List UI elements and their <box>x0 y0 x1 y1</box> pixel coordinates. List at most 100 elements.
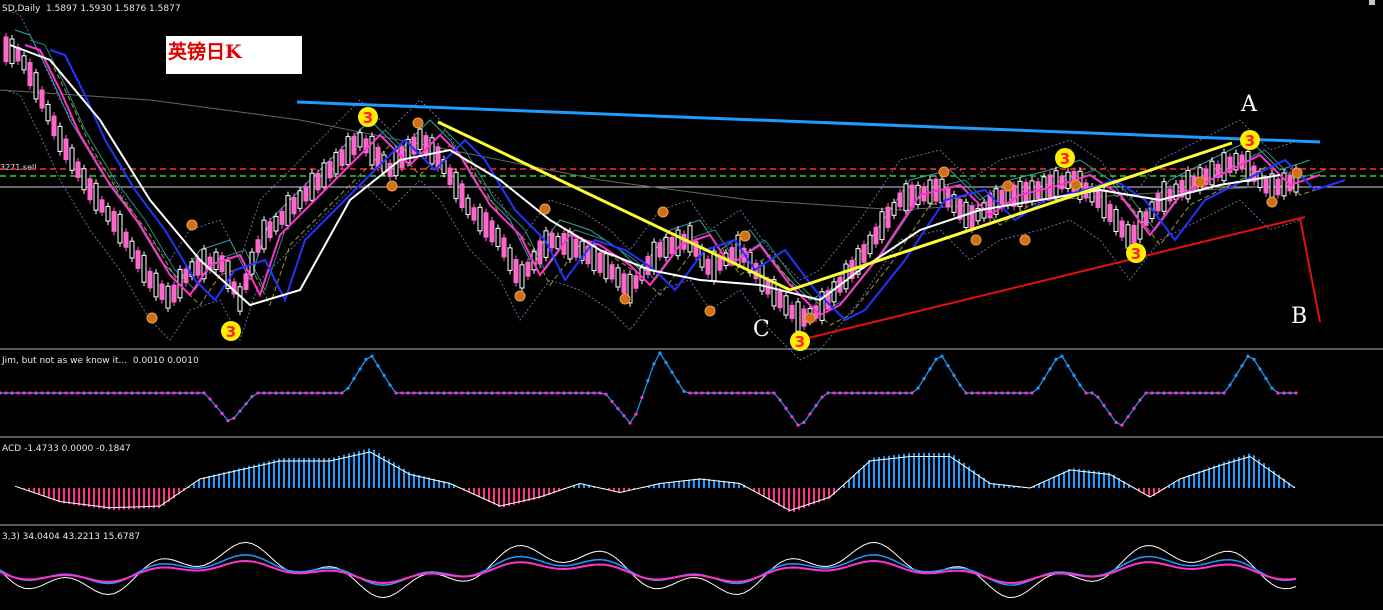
candle-body <box>903 183 909 212</box>
candle-body <box>783 295 789 316</box>
macd-histogram-bar <box>313 458 315 488</box>
jim-indicator-dot <box>220 411 224 415</box>
jim-indicator-dot <box>862 391 866 395</box>
candle-body <box>351 135 357 156</box>
jim-indicator-dot <box>52 391 56 395</box>
jim-indicator-dot <box>1132 406 1136 410</box>
jim-indicator-dot <box>442 391 446 395</box>
candle-body <box>1161 181 1167 212</box>
jim-indicator-dot <box>850 391 854 395</box>
jim-indicator-dot <box>136 391 140 395</box>
jim-indicator-dot <box>814 404 818 408</box>
jim-indicator-dot <box>1198 391 1202 395</box>
jim-indicator-dot <box>316 391 320 395</box>
candle-body <box>1155 193 1161 212</box>
jim-indicator-dot <box>496 391 500 395</box>
macd-histogram-bar <box>483 488 485 500</box>
jim-indicator-dot <box>898 391 902 395</box>
candle-body <box>243 273 249 290</box>
candle-body <box>111 210 117 232</box>
candle-body <box>279 210 285 225</box>
candle-body <box>129 240 135 259</box>
jim-indicator-dot <box>256 391 260 395</box>
candle-body <box>519 264 525 289</box>
macd-histogram-bar <box>773 488 775 503</box>
jim-indicator-dot <box>670 370 674 374</box>
jim-indicator-dot <box>352 377 356 381</box>
wave-3-label: 3 <box>795 333 805 351</box>
macd-histogram-bar <box>1108 472 1110 488</box>
jim-indicator-dot <box>550 391 554 395</box>
candle-body <box>669 236 675 255</box>
macd-histogram-bar <box>378 453 380 488</box>
macd-histogram-bar <box>883 456 885 488</box>
macd-histogram-bar <box>778 488 780 506</box>
wave-3-label: 3 <box>1245 132 1255 150</box>
candle-body <box>159 283 165 300</box>
macd-histogram-bar <box>1188 475 1190 488</box>
jim-indicator-dot <box>286 391 290 395</box>
jim-indicator-dot <box>118 391 122 395</box>
jim-indicator-dot <box>1192 391 1196 395</box>
jim-indicator-dot <box>1114 420 1118 424</box>
swing-point-dot <box>514 290 526 302</box>
candle-body <box>573 238 579 258</box>
jim-indicator-dot <box>1252 357 1256 361</box>
candle-body <box>1101 189 1107 219</box>
jim-indicator-dot <box>322 391 326 395</box>
swing-point-dot <box>1070 179 1082 191</box>
jim-indicator-dot <box>958 383 962 387</box>
candle-body <box>777 291 783 309</box>
candle-body <box>603 253 609 280</box>
macd-histogram-bar <box>1058 474 1060 488</box>
jim-indicator-dot <box>4 391 8 395</box>
candle-body <box>423 135 429 156</box>
jim-indicator-dot <box>178 391 182 395</box>
jim-indicator-dot <box>394 391 398 395</box>
candle-body <box>465 197 471 215</box>
jim-indicator-dot <box>1150 391 1154 395</box>
jim-indicator-dot <box>274 391 278 395</box>
jim-indicator-dot <box>430 391 434 395</box>
candle-body <box>117 213 123 244</box>
jim-indicator-dot <box>340 391 344 395</box>
jim-indicator-dot <box>1042 377 1046 381</box>
jim-indicator-dot <box>40 391 44 395</box>
candle-body <box>267 221 273 239</box>
candle-body <box>357 132 363 148</box>
jim-indicator-dot <box>112 391 116 395</box>
candle-body <box>945 187 951 208</box>
jim-indicator-dot <box>370 354 374 358</box>
candle-body <box>93 182 99 211</box>
jim-indicator-dot <box>454 391 458 395</box>
macd-histogram-bar <box>213 474 215 488</box>
macd-histogram-bar <box>1093 470 1095 488</box>
macd-histogram-bar <box>113 488 115 510</box>
jim-indicator-dot <box>970 391 974 395</box>
jim-indicator-dot <box>892 391 896 395</box>
candle-body <box>309 172 315 201</box>
jim-indicator-dot <box>586 391 590 395</box>
jim-indicator-dot <box>532 391 536 395</box>
jim-indicator-dot <box>1234 373 1238 377</box>
macd-histogram-bar <box>83 488 85 507</box>
macd-histogram-bar <box>88 488 90 507</box>
swing-point-dot <box>970 234 982 246</box>
macd-histogram-bar <box>338 456 340 488</box>
jim-indicator-dot <box>712 391 716 395</box>
macd-histogram-bar <box>1203 469 1205 488</box>
jim-indicator-dot <box>148 391 152 395</box>
swing-point-dot <box>619 293 631 305</box>
jim-indicator-dot <box>952 373 956 377</box>
candle-body <box>9 38 15 65</box>
candle-body <box>873 226 879 245</box>
jim-indicator-dot <box>688 391 692 395</box>
macd-histogram-bar <box>503 488 505 508</box>
jim-indicator-dot <box>1078 383 1082 387</box>
jim-indicator-dot <box>1036 386 1040 390</box>
macd-histogram-bar <box>928 453 930 488</box>
macd-histogram-bar <box>358 451 360 488</box>
jim-indicator-dot <box>568 391 572 395</box>
macd-histogram-bar <box>878 457 880 488</box>
macd-histogram-bar <box>238 468 240 488</box>
